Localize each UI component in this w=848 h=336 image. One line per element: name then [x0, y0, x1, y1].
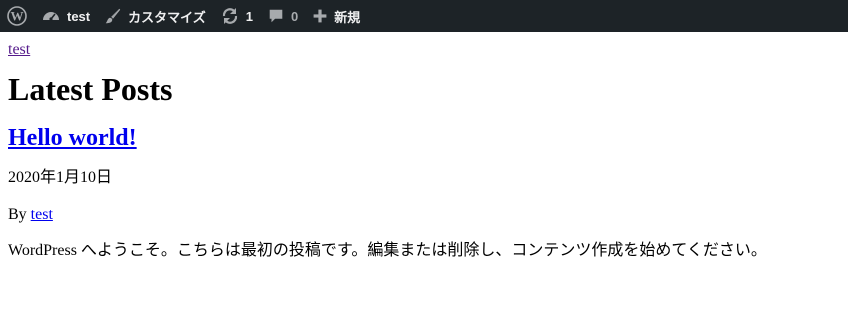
site-name-label: test [67, 8, 91, 24]
plus-icon [312, 8, 328, 24]
svg-text:W: W [11, 9, 24, 24]
updates-count: 1 [245, 8, 253, 24]
new-content-label: 新規 [334, 9, 361, 25]
new-content-menu[interactable]: 新規 [305, 0, 367, 32]
comments-count: 0 [290, 8, 299, 24]
site-name-menu[interactable]: test [34, 0, 97, 32]
comments-menu[interactable]: 0 [260, 0, 305, 32]
customize-label: カスタマイズ [128, 9, 206, 25]
comment-bubble-icon [267, 7, 285, 25]
post-excerpt: WordPress へようこそ。こちらは最初の投稿です。編集または削除し、コンテ… [8, 241, 767, 259]
post-title-link[interactable]: Hello world! [8, 125, 137, 151]
customize-menu[interactable]: カスタマイズ [97, 0, 213, 32]
post: Hello world! 2020年1月10日 By test WordPres… [8, 124, 840, 262]
author-prefix: By [8, 205, 27, 223]
wordpress-logo-icon: W [7, 6, 27, 26]
author-link[interactable]: test [31, 206, 53, 223]
main-content: test Latest Posts Hello world! 2020年1月10… [0, 32, 848, 262]
dashboard-icon [41, 6, 61, 26]
updates-menu[interactable]: 1 [213, 0, 260, 32]
brush-icon [104, 7, 122, 25]
wordpress-logo-menu[interactable]: W [0, 0, 34, 32]
admin-bar: W test カスタマイズ 1 0 新規 [0, 0, 848, 32]
updates-icon [220, 6, 240, 26]
page-title: Latest Posts [8, 71, 173, 107]
site-title-link[interactable]: test [8, 41, 30, 59]
post-title: Hello world! [8, 124, 840, 153]
post-author-line: By test [8, 204, 840, 226]
post-date: 2020年1月10日 [8, 169, 113, 187]
